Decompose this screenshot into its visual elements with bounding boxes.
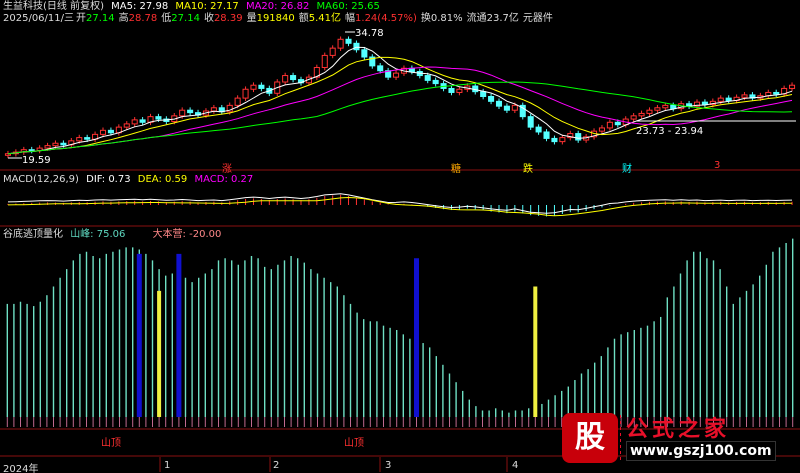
candle-body bbox=[638, 112, 645, 117]
ma60-line bbox=[7, 81, 793, 155]
candle-body bbox=[543, 131, 550, 139]
low-price-label: 19.59 bbox=[22, 155, 51, 166]
candle-body bbox=[361, 49, 368, 58]
peak-mark-label: 山顶 bbox=[344, 438, 364, 449]
candle-body bbox=[662, 104, 669, 109]
candle-body bbox=[424, 75, 431, 81]
watermark-text: 公式之家 bbox=[626, 416, 731, 442]
time-axis-tick: 2 bbox=[273, 460, 280, 471]
chart-canvas bbox=[0, 31, 800, 472]
candle-body bbox=[250, 84, 257, 90]
candle-body bbox=[123, 123, 130, 128]
candle-body bbox=[725, 97, 732, 102]
candle-body bbox=[377, 65, 384, 72]
candle-body bbox=[234, 97, 241, 106]
candle-body bbox=[44, 145, 51, 149]
watermark-logo: 股 bbox=[562, 413, 618, 463]
candle-body bbox=[131, 119, 138, 125]
candle-body bbox=[488, 96, 495, 102]
candle-body bbox=[210, 107, 217, 112]
candle-body bbox=[84, 137, 91, 140]
ma5-line bbox=[7, 46, 793, 155]
candle-body bbox=[353, 42, 360, 51]
candle-body bbox=[28, 149, 35, 152]
watermark: 股 公式之家 www.gszj100.com bbox=[562, 409, 792, 469]
candle-body bbox=[527, 116, 534, 128]
candle-body bbox=[242, 88, 249, 99]
event-tag: 糖 bbox=[451, 164, 461, 175]
event-tag: 涨 bbox=[222, 164, 232, 175]
watermark-divider bbox=[620, 415, 621, 461]
candle-body bbox=[99, 129, 107, 135]
candle-body bbox=[511, 104, 518, 111]
candle-body bbox=[535, 126, 542, 133]
range-label: 23.73 - 23.94 bbox=[636, 126, 704, 137]
candle-body bbox=[432, 79, 439, 85]
candle-body bbox=[282, 75, 289, 83]
time-axis-tick: 4 bbox=[512, 460, 519, 471]
candle-body bbox=[139, 119, 146, 123]
candle-body bbox=[630, 115, 637, 120]
candle-body bbox=[606, 121, 613, 129]
candle-body bbox=[337, 38, 344, 49]
candle-body bbox=[179, 109, 186, 117]
candle-body bbox=[670, 104, 677, 110]
candle-body bbox=[52, 142, 59, 147]
candle-body bbox=[107, 129, 114, 134]
peak-mark-label: 山顶 bbox=[101, 438, 121, 449]
candle-body bbox=[329, 47, 336, 56]
candle-body bbox=[575, 133, 582, 141]
high-price-label: 34.78 bbox=[355, 28, 384, 39]
candle-body bbox=[495, 100, 503, 107]
candle-body bbox=[559, 137, 566, 143]
time-axis-tick: 3 bbox=[385, 460, 392, 471]
candle-body bbox=[480, 91, 487, 97]
candle-body bbox=[76, 137, 83, 142]
candle-body bbox=[551, 137, 558, 143]
event-tag: 跌 bbox=[523, 164, 533, 175]
candle-body bbox=[646, 109, 653, 114]
candle-body bbox=[187, 109, 194, 114]
candle-body bbox=[614, 121, 621, 126]
time-axis-year: 2024年 bbox=[3, 464, 39, 473]
event-tag: 3 bbox=[714, 160, 721, 171]
candle-body bbox=[290, 75, 297, 81]
candle-body bbox=[155, 116, 162, 120]
candle-body bbox=[345, 38, 352, 44]
candle-body bbox=[393, 72, 400, 78]
candle-body bbox=[773, 91, 780, 95]
candle-body bbox=[456, 88, 463, 93]
stock-chart-window: { "header1": { "name": "生益科技(日线 前复权)", "… bbox=[0, 0, 800, 473]
candle-body bbox=[448, 87, 455, 93]
candle-body bbox=[741, 94, 748, 98]
time-axis-tick: 1 bbox=[164, 460, 171, 471]
candle-body bbox=[789, 84, 796, 89]
event-tag: 财 bbox=[622, 164, 632, 175]
candle-body bbox=[717, 97, 724, 102]
candle-body bbox=[503, 105, 510, 111]
candle-body bbox=[60, 142, 67, 146]
candle-body bbox=[598, 127, 605, 132]
candle-body bbox=[258, 84, 265, 89]
watermark-url: www.gszj100.com bbox=[626, 441, 776, 461]
candle-body bbox=[321, 54, 328, 68]
candle-body bbox=[654, 107, 661, 111]
